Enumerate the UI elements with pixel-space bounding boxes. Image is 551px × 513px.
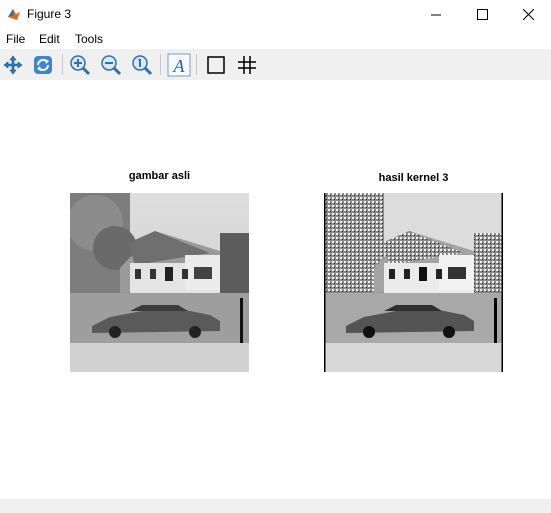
window-title: Figure 3: [27, 7, 72, 21]
matlab-figure-icon: [8, 9, 20, 20]
insert-text-icon: A: [167, 53, 190, 76]
zoom-out-button[interactable]: [98, 52, 123, 77]
kernel-result-image: [324, 193, 503, 372]
menu-bar: File Edit Tools: [0, 29, 551, 49]
close-button[interactable]: [505, 0, 551, 29]
axes-title-kernel: hasil kernel 3: [378, 172, 449, 184]
toolbar-separator: [160, 54, 161, 75]
axes-title-original: gambar asli: [128, 170, 191, 182]
rotate-icon: [33, 55, 52, 74]
toolbar-separator: [62, 54, 63, 75]
title-bar: Figure 3: [0, 0, 551, 29]
grid-button[interactable]: [234, 52, 259, 77]
pan-button[interactable]: [0, 52, 25, 77]
menu-edit[interactable]: Edit: [39, 32, 60, 46]
minimize-icon: [431, 14, 441, 15]
zoom-reset-button[interactable]: [129, 52, 154, 77]
toolbar-separator: [196, 54, 197, 75]
original-image: [70, 193, 249, 372]
close-icon: [522, 9, 534, 20]
zoom-in-icon: [69, 54, 90, 75]
zoom-in-button[interactable]: [67, 52, 92, 77]
maximize-icon: [476, 9, 488, 20]
pan-icon: [3, 55, 22, 74]
minimize-button[interactable]: [413, 0, 459, 29]
toggle-box-button[interactable]: [203, 52, 228, 77]
rotate-button[interactable]: [30, 52, 55, 77]
insert-text-button[interactable]: A: [166, 52, 191, 77]
grid-icon: [237, 55, 256, 74]
zoom-out-icon: [100, 54, 121, 75]
svg-text:A: A: [172, 56, 185, 76]
maximize-button[interactable]: [459, 0, 505, 29]
toggle-box-icon: [206, 55, 225, 74]
menu-tools[interactable]: Tools: [75, 32, 103, 46]
zoom-reset-icon: [131, 54, 152, 75]
toolbar: A: [0, 49, 551, 80]
menu-file[interactable]: File: [6, 32, 25, 46]
status-bar: [0, 499, 551, 513]
